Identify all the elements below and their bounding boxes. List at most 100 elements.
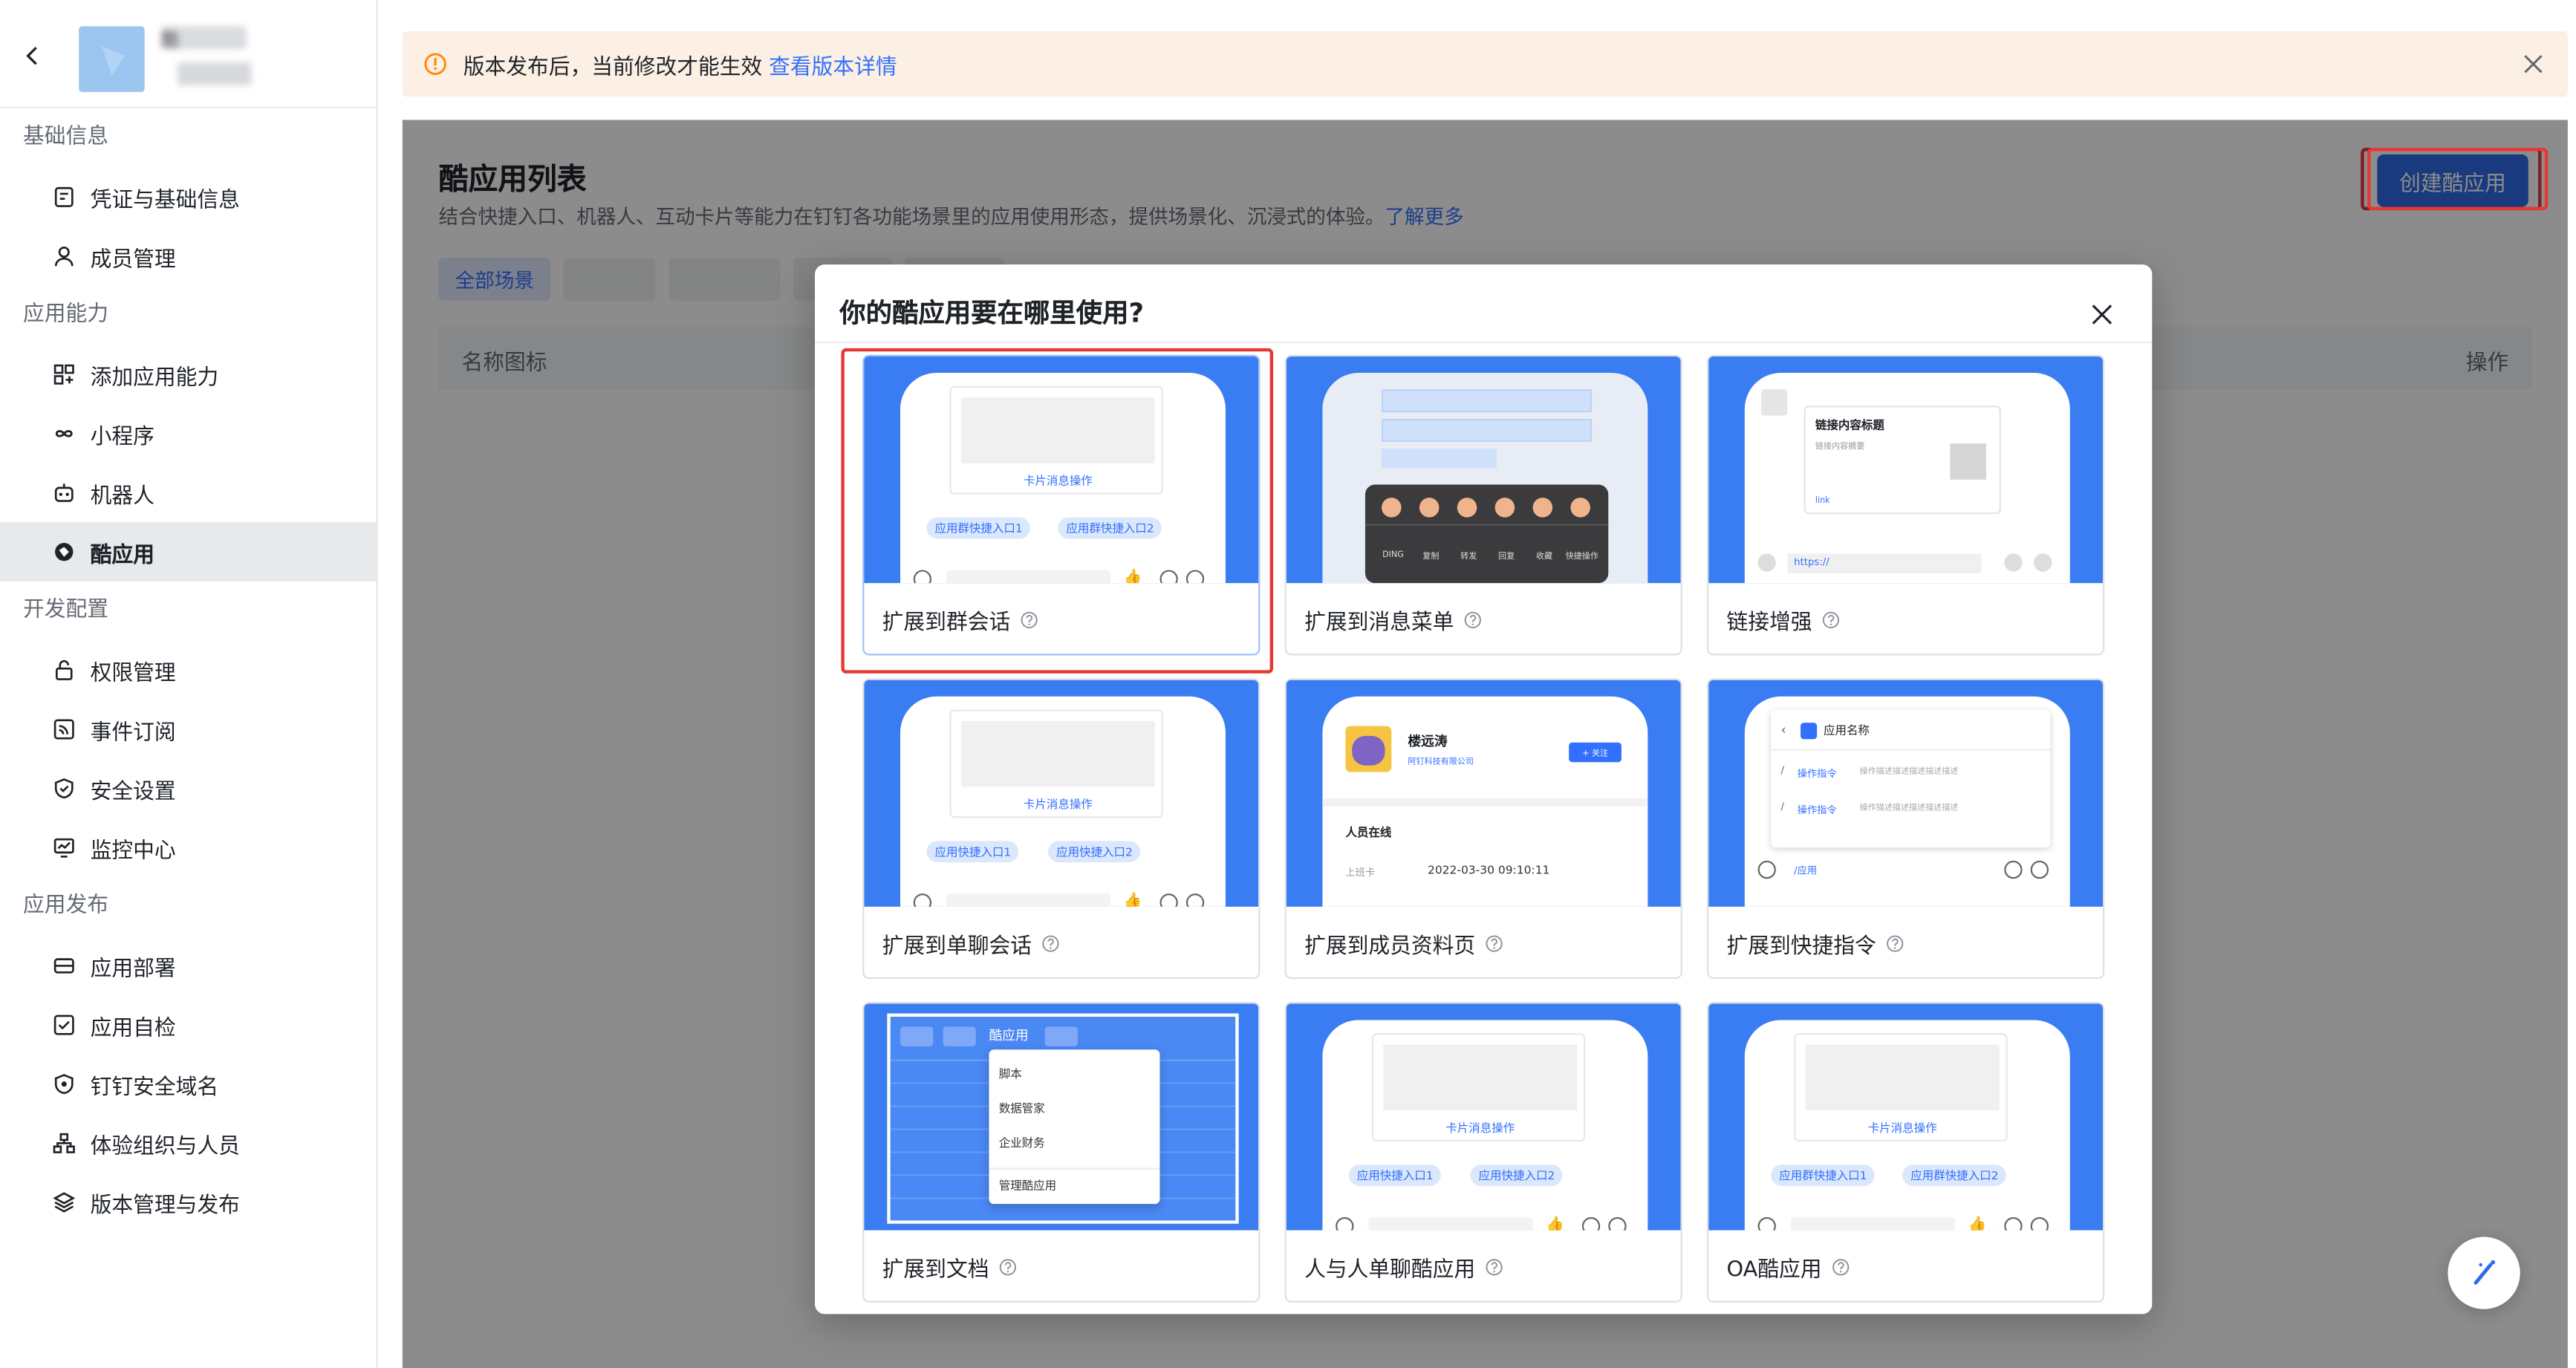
monitor-icon bbox=[53, 836, 76, 859]
scene-preview-image: DING 复制 转发 回复 收藏 快捷操作 bbox=[1286, 356, 1681, 584]
sidebar-item[interactable]: 酷应用 bbox=[0, 522, 377, 582]
scene-preview-image: 链接内容标题 链接内容摘要 link https:// bbox=[1708, 356, 2103, 584]
scene-card[interactable]: 楼远涛 阿钉科技有限公司 + 关注 人员在线 上班卡 2022-03-30 09… bbox=[1284, 678, 1682, 980]
phone-mockup: 卡片消息操作 应用快捷入口1 应用快捷入口2 👍 bbox=[900, 696, 1226, 907]
app-root: 酷 基础信息 凭证与基础信息 成员管理 应用能力 添加应用能力 小程序 机器人 酷应用 开发配置… bbox=[0, 0, 2576, 1368]
help-icon[interactable] bbox=[1886, 934, 1904, 952]
clock-time: 2022-03-30 09:10:11 bbox=[1427, 864, 1550, 878]
entry-chip: 应用群快捷入口2 bbox=[1902, 1165, 2007, 1186]
app-subtitle-blurred bbox=[177, 62, 252, 86]
cmd-label: 操作指令 bbox=[1797, 769, 1837, 781]
sidebar-item[interactable]: 机器人 bbox=[0, 463, 376, 523]
sidebar-item[interactable]: 凭证与基础信息 bbox=[0, 168, 376, 227]
credential-icon bbox=[53, 186, 76, 209]
help-icon[interactable] bbox=[1041, 934, 1059, 952]
sidebar-header: 酷 bbox=[0, 0, 377, 108]
scene-card[interactable]: 卡片消息操作 应用快捷入口1 应用快捷入口2 👍 人与人单聊酷应用 bbox=[1284, 1002, 1682, 1303]
notice-link[interactable]: 查看版本详情 bbox=[769, 48, 897, 79]
sidebar-item[interactable]: 小程序 bbox=[0, 404, 376, 463]
doc-menu-item: 数据管家 bbox=[998, 1102, 1045, 1115]
doc-dropdown-mock: 脚本 数据管家 企业财务 管理酷应用 bbox=[989, 1049, 1160, 1205]
sidebar-item-label: 钉钉安全域名 bbox=[90, 1075, 219, 1100]
scene-card[interactable]: DING 复制 转发 回复 收藏 快捷操作 扩展到消息菜单 bbox=[1284, 354, 1682, 656]
menu-label: 复制 bbox=[1422, 552, 1440, 562]
menu-label: 转发 bbox=[1460, 552, 1477, 562]
scene-card-label: 扩展到成员资料页 bbox=[1304, 928, 1503, 960]
input-bar-mock: /应用 bbox=[1757, 858, 2058, 884]
scene-preview-image: 卡片消息操作 应用快捷入口1 应用快捷入口2 👍 bbox=[1286, 1003, 1681, 1231]
sidebar-group-title: 开发配置 bbox=[22, 598, 109, 623]
cmd-desc: 操作描述描述描述描述描述 bbox=[1859, 803, 1959, 813]
cmd-desc: 操作描述描述描述描述描述 bbox=[1859, 766, 1959, 778]
profile-name: 楼远涛 bbox=[1408, 734, 1448, 749]
doc-menu-item: 企业财务 bbox=[998, 1136, 1045, 1150]
menu-label: 快捷操作 bbox=[1565, 552, 1598, 562]
help-icon[interactable] bbox=[999, 1258, 1017, 1276]
sidebar-group-title: 应用发布 bbox=[22, 893, 109, 919]
url-field: https:// bbox=[1787, 553, 1982, 573]
shield-icon bbox=[53, 777, 76, 800]
sidebar-item[interactable]: 版本管理与发布 bbox=[0, 1173, 376, 1232]
check-icon bbox=[53, 1014, 76, 1037]
scene-preview-image: 卡片消息操作 应用快捷入口1 应用快捷入口2 👍 bbox=[864, 680, 1259, 907]
sidebar-item[interactable]: 钉钉安全域名 bbox=[0, 1055, 376, 1114]
clock-label: 上班卡 bbox=[1345, 867, 1376, 879]
entry-chip: 应用快捷入口2 bbox=[1048, 841, 1141, 863]
scene-card[interactable]: 酷应用 脚本 数据管家 企业财务 管理酷应用 扩展到文档 bbox=[862, 1002, 1261, 1303]
help-icon[interactable] bbox=[1485, 934, 1503, 952]
doc-menu-item: 脚本 bbox=[998, 1067, 1022, 1081]
help-icon[interactable] bbox=[1832, 1258, 1850, 1276]
sidebar-item[interactable]: 应用自检 bbox=[0, 995, 376, 1055]
scene-card[interactable]: ‹ 应用名称 / 操作指令 操作描述描述描述描述描述 / 操作指令 操作描述描述… bbox=[1706, 678, 2105, 980]
online-status: 人员在线 bbox=[1345, 826, 1392, 840]
input-bar-mock: 👍 bbox=[913, 890, 1213, 907]
lock-icon bbox=[53, 659, 76, 682]
app-logo bbox=[79, 26, 145, 92]
link-title: 链接内容标题 bbox=[1815, 418, 1884, 432]
sidebar-item[interactable]: 添加应用能力 bbox=[0, 345, 376, 404]
entry-chip: 应用群快捷入口1 bbox=[1771, 1165, 1876, 1186]
menu-label: 收藏 bbox=[1535, 552, 1553, 562]
phone-mockup: 链接内容标题 链接内容摘要 link https:// bbox=[1744, 373, 2070, 584]
input-bar-mock: 👍 bbox=[1336, 1214, 1635, 1231]
sidebar-item[interactable]: 应用部署 bbox=[0, 937, 376, 996]
scene-preview-image: ‹ 应用名称 / 操作指令 操作描述描述描述描述描述 / 操作指令 操作描述描述… bbox=[1708, 680, 2103, 907]
scene-card-label: 扩展到文档 bbox=[882, 1251, 1017, 1283]
scene-card-label: 扩展到单聊会话 bbox=[882, 928, 1060, 960]
sidebar-item-label: 事件订阅 bbox=[90, 720, 176, 746]
doc-menu-title: 酷应用 bbox=[989, 1028, 1029, 1043]
back-arrow-icon[interactable] bbox=[23, 46, 43, 66]
sidebar-item[interactable]: 权限管理 bbox=[0, 641, 376, 700]
sidebar-group-title: 应用能力 bbox=[22, 302, 109, 328]
sidebar-item[interactable]: 事件订阅 bbox=[0, 700, 376, 759]
close-icon[interactable] bbox=[2522, 53, 2545, 76]
help-icon[interactable] bbox=[1464, 611, 1482, 629]
close-icon[interactable] bbox=[2091, 304, 2112, 325]
help-icon[interactable] bbox=[1822, 611, 1840, 629]
scene-card[interactable]: 卡片消息操作 应用快捷入口1 应用快捷入口2 👍 扩展到单聊会话 bbox=[862, 678, 1261, 980]
layers-icon bbox=[53, 1191, 76, 1214]
app-name: 酷 bbox=[160, 26, 247, 51]
magic-wand-icon bbox=[2473, 1260, 2496, 1285]
context-menu-mock: DING 复制 转发 回复 收藏 快捷操作 bbox=[1365, 484, 1609, 584]
link-label: link bbox=[1815, 495, 1830, 507]
help-icon[interactable] bbox=[1485, 1258, 1503, 1276]
sidebar-item[interactable]: 监控中心 bbox=[0, 818, 376, 877]
entry-chip: 应用快捷入口1 bbox=[926, 841, 1020, 863]
command-panel-mock: ‹ 应用名称 / 操作指令 操作描述描述描述描述描述 / 操作指令 操作描述描述… bbox=[1771, 709, 2051, 848]
loop-icon bbox=[53, 422, 76, 445]
member-icon bbox=[53, 245, 76, 268]
card-message-mock: 卡片消息操作 bbox=[1371, 1033, 1586, 1142]
warning-icon bbox=[424, 53, 446, 75]
sidebar-item[interactable]: 安全设置 bbox=[0, 759, 376, 818]
domain-shield-icon bbox=[53, 1072, 76, 1095]
sidebar-item[interactable]: 成员管理 bbox=[0, 227, 376, 286]
scene-preview-image: 酷应用 脚本 数据管家 企业财务 管理酷应用 bbox=[864, 1003, 1259, 1231]
scene-card[interactable]: 链接内容标题 链接内容摘要 link https:// 链接增强 bbox=[1706, 354, 2105, 656]
modal-divider bbox=[815, 342, 2153, 344]
assistant-fab[interactable] bbox=[2447, 1237, 2520, 1309]
scene-card[interactable]: 卡片消息操作 应用群快捷入口1 应用群快捷入口2 👍 OA酷应用 bbox=[1706, 1002, 2105, 1303]
sidebar-item-label: 小程序 bbox=[90, 424, 155, 449]
sidebar-item[interactable]: 体验组织与人员 bbox=[0, 1114, 376, 1173]
card-action-text: 卡片消息操作 bbox=[1867, 1121, 1937, 1136]
